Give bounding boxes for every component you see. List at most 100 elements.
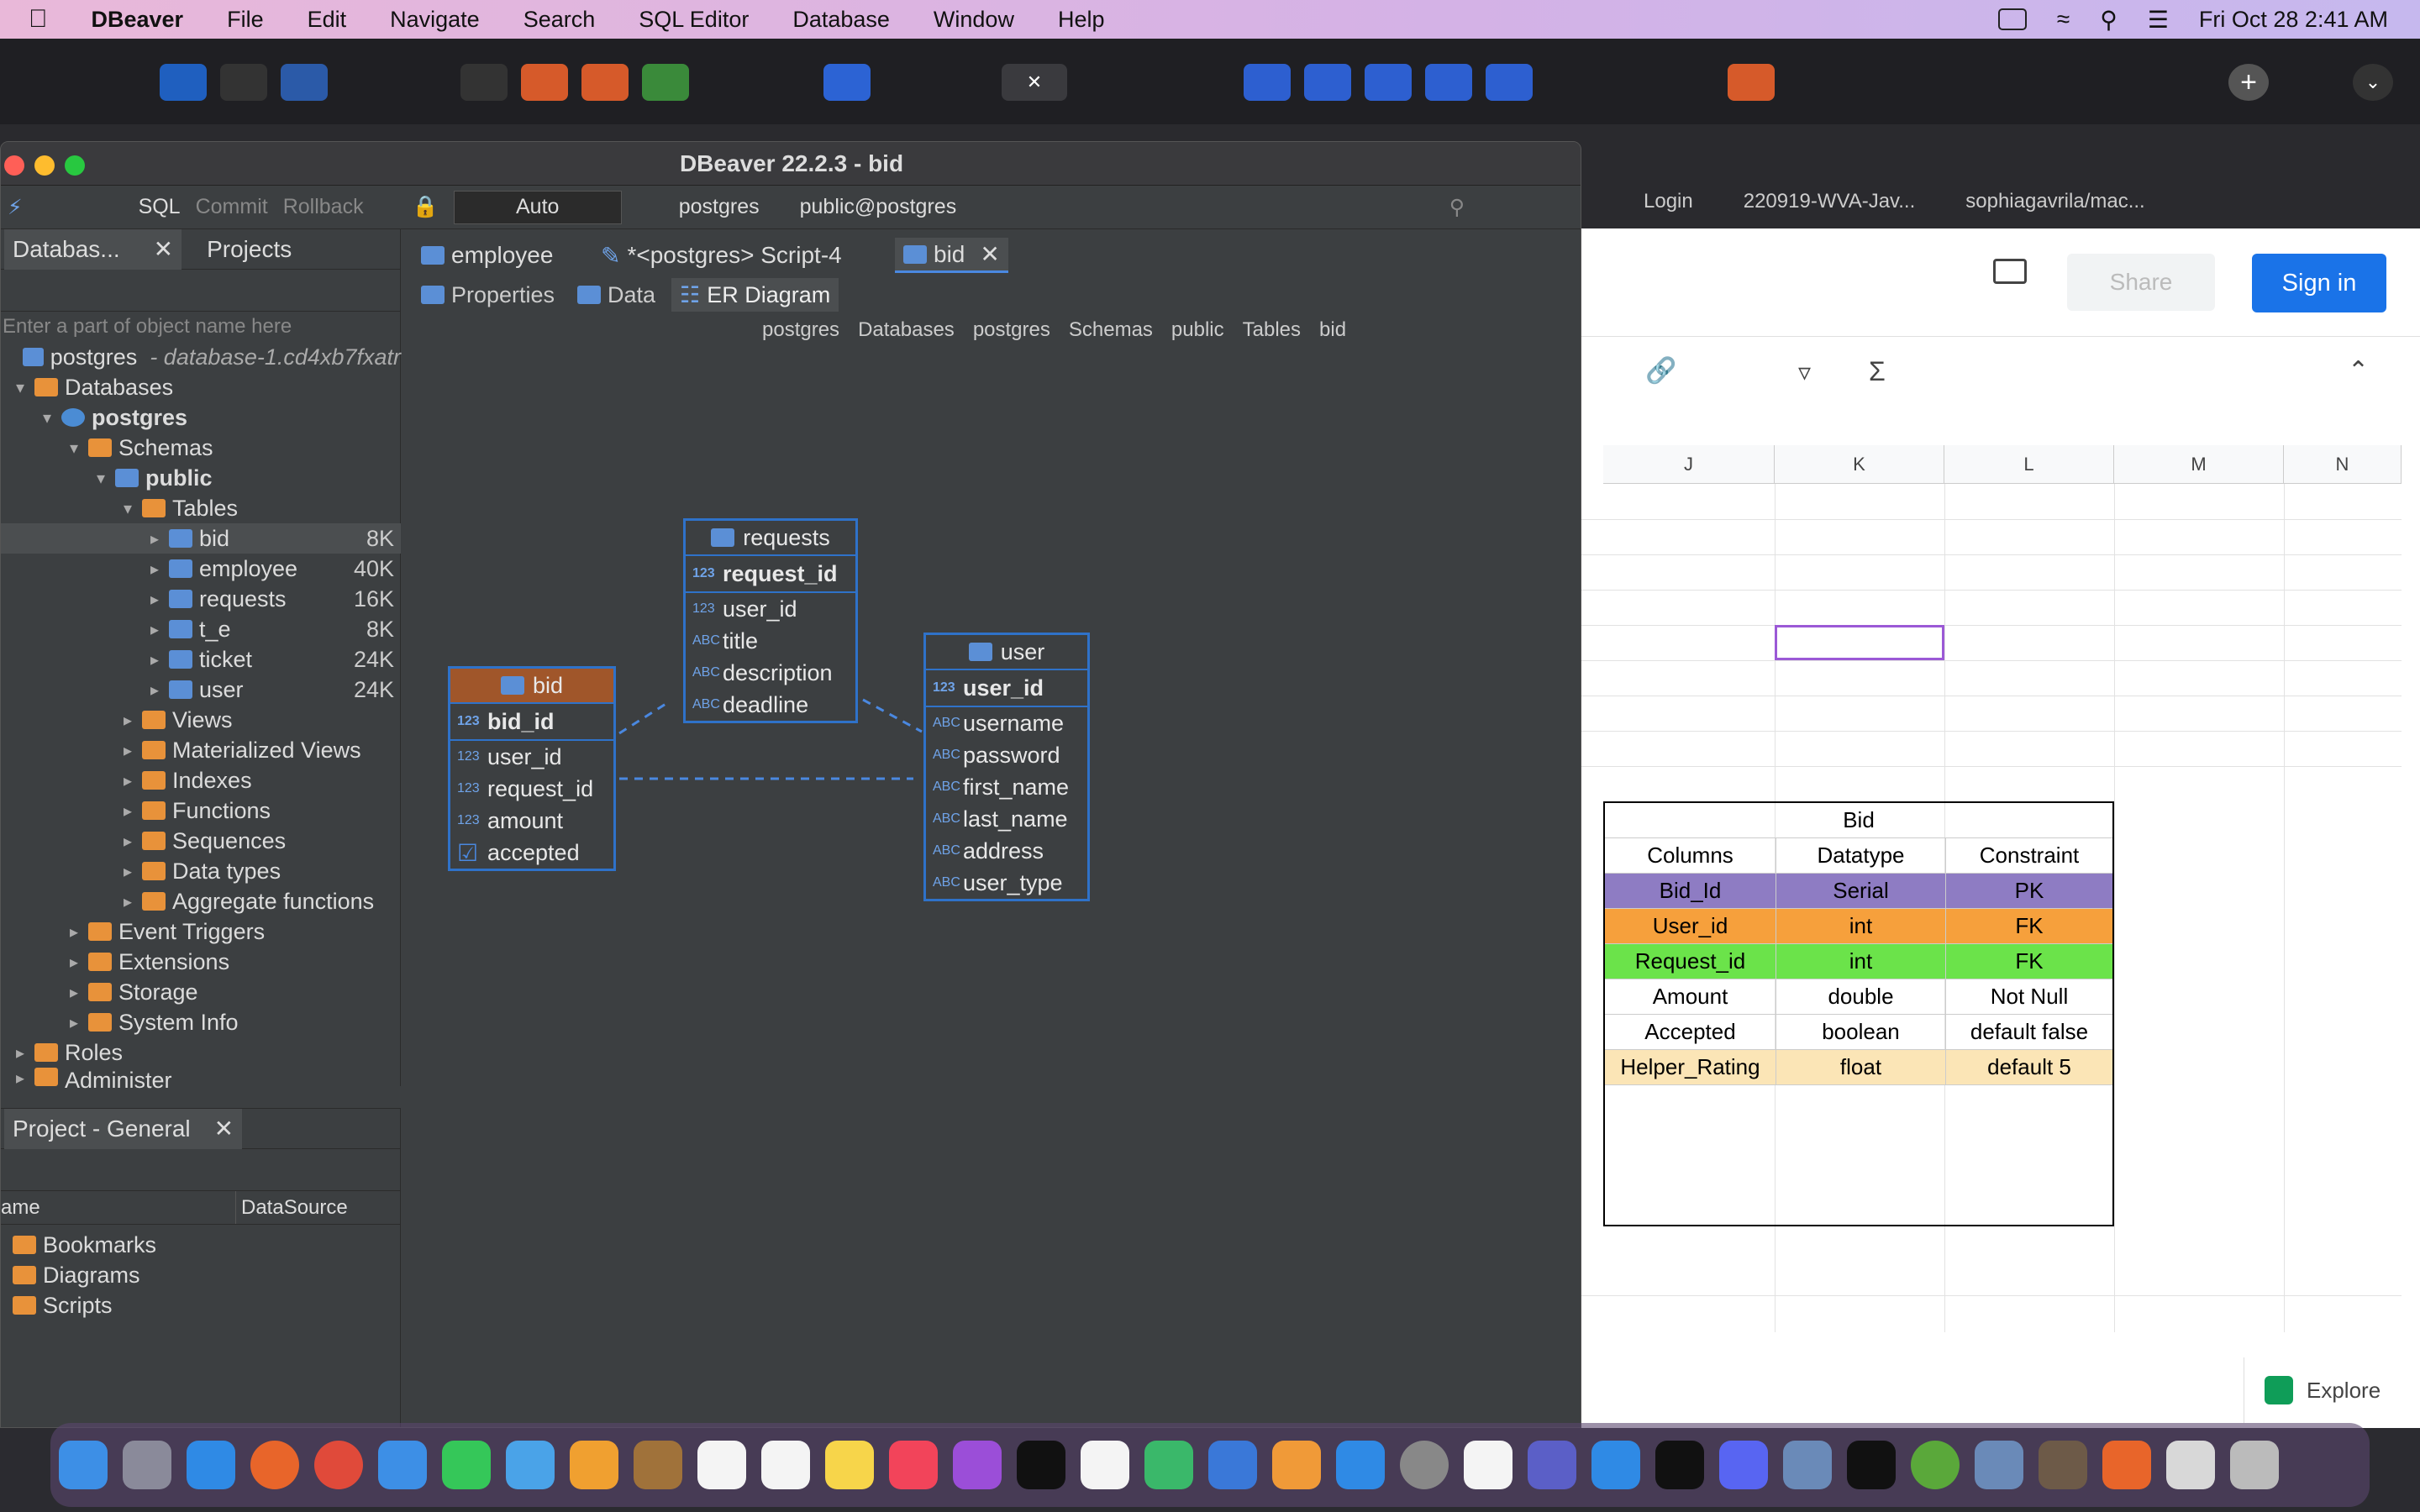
close-icon[interactable]: ✕ (154, 235, 173, 263)
tree-node-roles[interactable]: ▸ Roles (1, 1037, 401, 1068)
bid-spec-header[interactable]: Datatype (1776, 838, 1946, 873)
menu-window[interactable]: Window (934, 7, 1014, 33)
terminal-icon[interactable] (1655, 1441, 1704, 1489)
editor-tab-script-4[interactable]: ✎ *<postgres> Script-4 (601, 238, 842, 273)
breadcrumb-item[interactable]: postgres (762, 318, 839, 342)
entity-column[interactable]: ABC last_name (926, 803, 1087, 835)
bid-spec-cell[interactable]: Accepted (1605, 1015, 1776, 1049)
tree-node-table-employee[interactable]: ▸ employee 40K (1, 554, 401, 584)
browser-tab-node[interactable] (642, 64, 689, 101)
breadcrumb-item[interactable]: Schemas (1069, 318, 1153, 342)
bid-spec-cell[interactable]: default false (1946, 1015, 2112, 1049)
tree-node-event-triggers[interactable]: ▸ Event Triggers (1, 916, 401, 947)
functions-icon[interactable]: Σ (1869, 356, 1886, 387)
sign-in-button[interactable]: Sign in (2252, 254, 2386, 312)
bid-spec-cell[interactable]: Serial (1776, 874, 1946, 908)
tree-node-table-user[interactable]: ▸ user 24K (1, 675, 401, 705)
comment-icon[interactable] (1993, 259, 2027, 284)
new-tab-button[interactable]: + (2228, 64, 2269, 101)
link-icon[interactable]: 🔗 (1645, 356, 1676, 386)
entity-column[interactable]: ABC title (686, 625, 855, 657)
menu-edit[interactable]: Edit (308, 7, 347, 33)
entity-column[interactable]: ABC address (926, 835, 1087, 867)
commit-button[interactable]: Commit (196, 195, 268, 219)
downloads-icon[interactable] (2166, 1441, 2215, 1489)
bookmark-jav[interactable]: 220919-WVA-Jav... (1744, 190, 1916, 213)
music-icon[interactable] (889, 1441, 938, 1489)
tree-node-databases[interactable]: ▾ Databases (1, 372, 401, 402)
battery-icon[interactable] (1997, 8, 2027, 30)
virtualbox-2-icon[interactable] (1975, 1441, 2023, 1489)
entity-column[interactable]: 123 user_id (686, 593, 855, 625)
pages-icon[interactable] (1272, 1441, 1321, 1489)
breadcrumb-item[interactable]: Tables (1243, 318, 1301, 342)
tree-node-table-requests[interactable]: ▸ requests 16K (1, 584, 401, 614)
spring-tool-icon[interactable] (1911, 1441, 1960, 1489)
schema-selector[interactable]: public@postgres (800, 195, 957, 219)
tree-node-sequences[interactable]: ▸ Sequences (1, 826, 401, 856)
browser-tab-active[interactable]: ✕ (1002, 64, 1067, 101)
breadcrumb-item[interactable]: postgres (973, 318, 1050, 342)
entity-column[interactable]: ABC user_type (926, 867, 1087, 899)
bid-spec-header[interactable]: Constraint (1946, 838, 2112, 873)
entity-column[interactable]: ABC password (926, 739, 1087, 771)
search-icon[interactable]: ⚲ (2100, 6, 2118, 34)
browser-tab-revature-3[interactable] (1728, 64, 1775, 101)
filter-icon[interactable]: ▿ (1798, 358, 1811, 387)
browser-tab-trello[interactable] (460, 64, 508, 101)
er-entity-requests[interactable]: requests 123 request_id 123 user_id ABC tit… (683, 518, 858, 723)
calendar-icon[interactable] (697, 1441, 746, 1489)
column-header-m[interactable]: M (2114, 445, 2284, 484)
column-header-l[interactable]: L (1944, 445, 2114, 484)
tree-node-views[interactable]: ▸ Views (1, 705, 401, 735)
browser-tab-q2[interactable] (1304, 64, 1351, 101)
tree-node-system-info[interactable]: ▸ System Info (1, 1007, 401, 1037)
subtab-properties[interactable]: Properties (421, 278, 555, 312)
chevron-down-icon[interactable]: ⌄ (2353, 64, 2393, 101)
column-name[interactable]: ame (1, 1191, 236, 1224)
rollback-button[interactable]: Rollback (283, 195, 364, 219)
tv-icon[interactable] (1017, 1441, 1065, 1489)
entity-pk-column[interactable]: 123 request_id (686, 556, 855, 593)
browser-tab-q5[interactable] (1486, 64, 1533, 101)
tree-node-functions[interactable]: ▸ Functions (1, 795, 401, 826)
tree-node-extensions[interactable]: ▸ Extensions (1, 947, 401, 977)
menu-sql-editor[interactable]: SQL Editor (639, 7, 749, 33)
pencil-app-icon[interactable] (2102, 1441, 2151, 1489)
vscode-icon[interactable] (1591, 1441, 1640, 1489)
launchpad-icon[interactable] (123, 1441, 171, 1489)
firefox-icon[interactable] (250, 1441, 299, 1489)
breadcrumb-item[interactable]: Databases (858, 318, 955, 342)
virtualbox-icon[interactable] (1783, 1441, 1832, 1489)
tree-node-schemas[interactable]: ▾ Schemas (1, 433, 401, 463)
bid-spec-cell[interactable]: FK (1946, 909, 2112, 943)
browser-tab-github[interactable] (220, 64, 267, 101)
close-tab-icon[interactable]: ✕ (1027, 71, 1042, 93)
teams-icon[interactable] (1528, 1441, 1576, 1489)
bid-spec-cell[interactable]: Request_id (1605, 944, 1776, 979)
wifi-icon[interactable]: ≈ (2057, 6, 2070, 33)
bid-spec-cell[interactable]: Helper_Rating (1605, 1050, 1776, 1084)
entity-column[interactable]: 123 amount (450, 805, 613, 837)
browser-tab-outlook[interactable] (160, 64, 207, 101)
lock-icon[interactable]: 🔒 (413, 195, 439, 219)
project-item-bookmarks[interactable]: Bookmarks (1, 1230, 401, 1260)
tab-projects[interactable]: Projects (198, 229, 300, 270)
explore-button[interactable]: Explore (2244, 1357, 2420, 1423)
entity-pk-column[interactable]: 123 user_id (926, 670, 1087, 707)
tree-node-administer[interactable]: ▸ Administer (1, 1068, 401, 1089)
entity-pk-column[interactable]: 123 bid_id (450, 704, 613, 741)
bid-spec-cell[interactable]: Not Null (1946, 979, 2112, 1014)
subtab-er-diagram[interactable]: ☷ ER Diagram (671, 278, 839, 312)
navigator-filter-input[interactable]: Enter a part of object name here (1, 312, 400, 342)
bid-spec-cell[interactable]: double (1776, 979, 1946, 1014)
collapse-toolbar-icon[interactable]: ⌃ (2348, 356, 2369, 386)
podcasts-icon[interactable] (953, 1441, 1002, 1489)
er-entity-user[interactable]: user 123 user_id ABC username ABC password … (923, 633, 1090, 901)
entity-column[interactable]: ABC first_name (926, 771, 1087, 803)
sql-button[interactable]: SQL (139, 195, 181, 219)
breadcrumb-item[interactable]: bid (1319, 318, 1346, 342)
entity-column[interactable]: 123 user_id (450, 741, 613, 773)
browser-tab-revature-1[interactable] (521, 64, 568, 101)
column-header-k[interactable]: K (1775, 445, 1944, 484)
